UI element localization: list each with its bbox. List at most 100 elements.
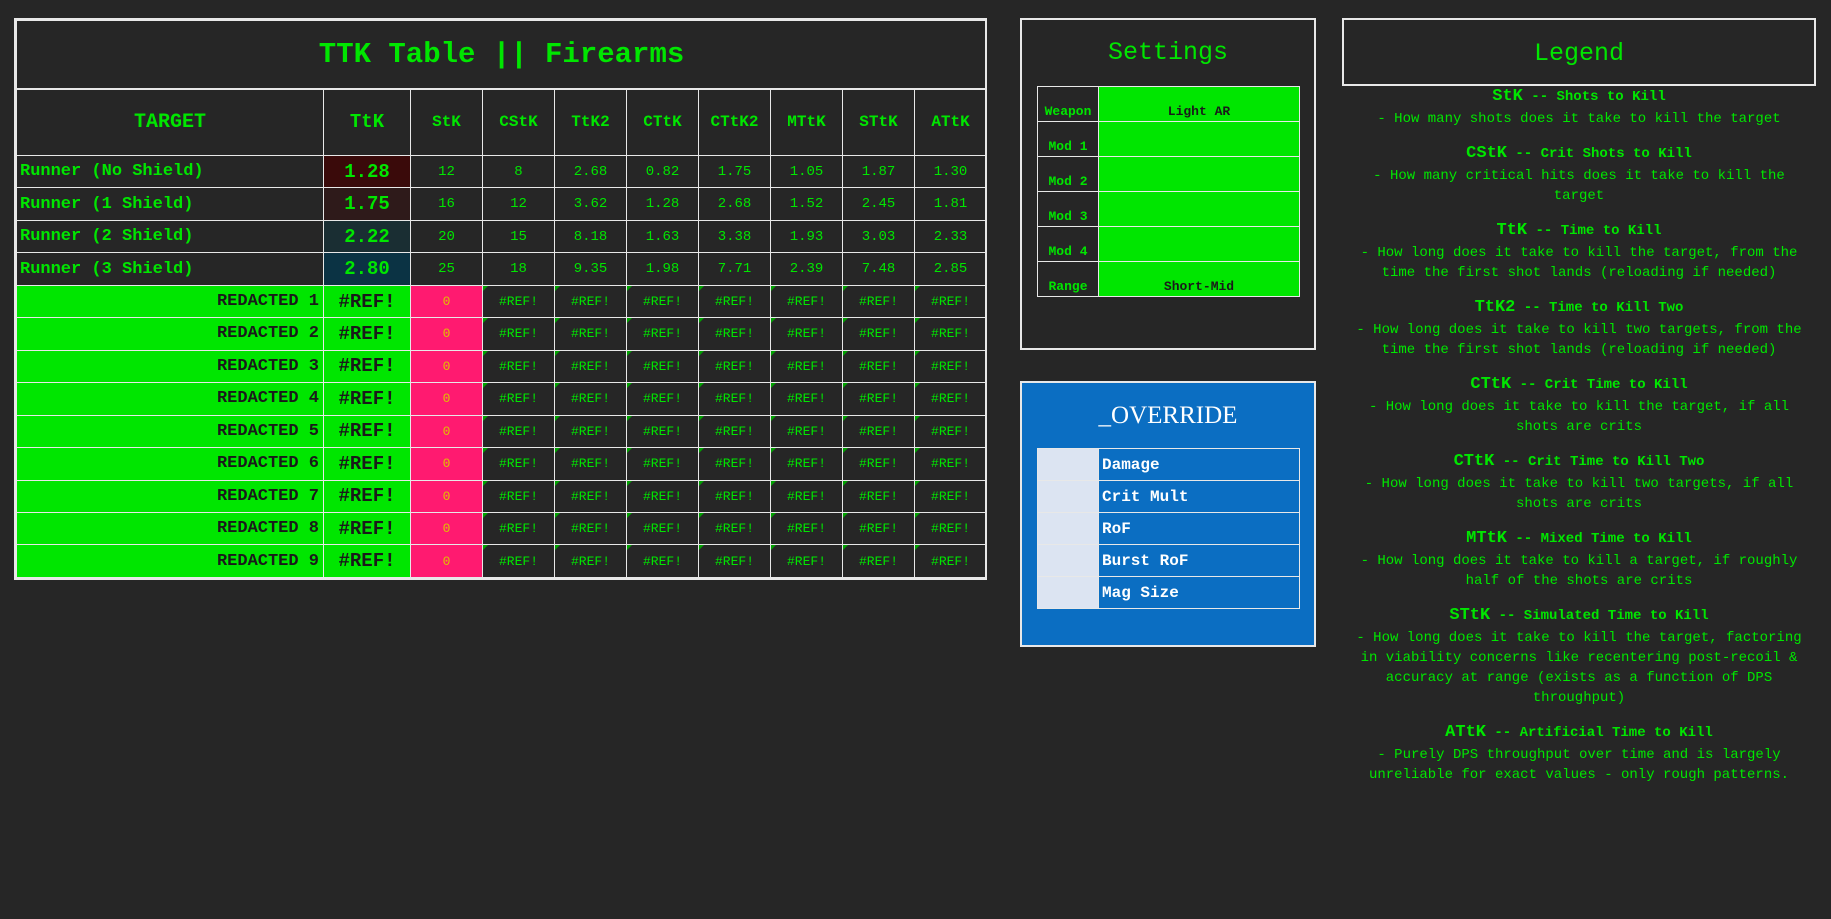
column-header-ttk[interactable]: TtK: [323, 88, 411, 156]
column-header-cttk2[interactable]: CTtK2: [698, 88, 771, 156]
attk-ref-cell[interactable]: #REF!: [913, 414, 988, 449]
stat-cell[interactable]: 1.05: [770, 154, 843, 189]
column-header-cstk[interactable]: CStK: [482, 88, 555, 156]
settings-value-dropdown[interactable]: Short-Mid: [1098, 261, 1300, 297]
stat-cell[interactable]: 16: [410, 187, 483, 221]
column-header-target[interactable]: TARGET: [16, 88, 324, 156]
stat-cell[interactable]: 3.38: [698, 219, 771, 254]
column-header-stk[interactable]: StK: [410, 88, 483, 156]
sttk-ref-cell[interactable]: #REF!: [842, 447, 915, 481]
override-input-cell[interactable]: [1037, 480, 1099, 513]
stat-cell[interactable]: 1.52: [770, 187, 843, 221]
mttk-ref-cell[interactable]: #REF!: [770, 382, 843, 416]
settings-value-dropdown[interactable]: Light AR: [1098, 86, 1300, 122]
cttk-ref-cell[interactable]: #REF!: [626, 284, 699, 319]
sttk-ref-cell[interactable]: #REF!: [842, 511, 915, 546]
cstk-ref-cell[interactable]: #REF!: [482, 479, 555, 513]
mttk-ref-cell[interactable]: #REF!: [770, 349, 843, 384]
stat-cell[interactable]: 9.35: [554, 252, 627, 286]
target-name-cell[interactable]: REDACTED 4: [16, 382, 324, 416]
cstk-ref-cell[interactable]: #REF!: [482, 382, 555, 416]
ttk-value-cell[interactable]: #REF!: [323, 284, 411, 319]
cttk2-ref-cell[interactable]: #REF!: [698, 447, 771, 481]
mttk-ref-cell[interactable]: #REF!: [770, 544, 843, 578]
stk-value-cell[interactable]: 0: [410, 447, 483, 481]
ttk2-ref-cell[interactable]: #REF!: [554, 382, 627, 416]
sttk-ref-cell[interactable]: #REF!: [842, 349, 915, 384]
stk-value-cell[interactable]: 0: [410, 511, 483, 546]
stat-cell[interactable]: 1.87: [842, 154, 915, 189]
ttk2-ref-cell[interactable]: #REF!: [554, 414, 627, 449]
stat-cell[interactable]: 1.75: [698, 154, 771, 189]
ttk2-ref-cell[interactable]: #REF!: [554, 511, 627, 546]
stk-value-cell[interactable]: 0: [410, 479, 483, 513]
mttk-ref-cell[interactable]: #REF!: [770, 511, 843, 546]
target-name-cell[interactable]: REDACTED 1: [16, 284, 324, 319]
cttk-ref-cell[interactable]: #REF!: [626, 414, 699, 449]
ttk-value-cell[interactable]: #REF!: [323, 511, 411, 546]
cttk-ref-cell[interactable]: #REF!: [626, 479, 699, 513]
stat-cell[interactable]: 7.48: [842, 252, 915, 286]
target-name-cell[interactable]: REDACTED 3: [16, 349, 324, 384]
column-header-cttk[interactable]: CTtK: [626, 88, 699, 156]
cttk2-ref-cell[interactable]: #REF!: [698, 284, 771, 319]
stat-cell[interactable]: 1.63: [626, 219, 699, 254]
cttk2-ref-cell[interactable]: #REF!: [698, 414, 771, 449]
stat-cell[interactable]: 2.39: [770, 252, 843, 286]
target-name-cell[interactable]: Runner (3 Shield): [16, 252, 324, 286]
ttk-value-cell[interactable]: 1.28: [323, 154, 411, 189]
sttk-ref-cell[interactable]: #REF!: [842, 317, 915, 351]
stat-cell[interactable]: 12: [482, 187, 555, 221]
attk-ref-cell[interactable]: #REF!: [913, 544, 988, 578]
target-name-cell[interactable]: Runner (1 Shield): [16, 187, 324, 221]
target-name-cell[interactable]: REDACTED 2: [16, 317, 324, 351]
cstk-ref-cell[interactable]: #REF!: [482, 414, 555, 449]
settings-value-dropdown[interactable]: [1098, 226, 1300, 262]
cttk-ref-cell[interactable]: #REF!: [626, 382, 699, 416]
override-input-cell[interactable]: [1037, 448, 1099, 481]
cttk2-ref-cell[interactable]: #REF!: [698, 317, 771, 351]
mttk-ref-cell[interactable]: #REF!: [770, 284, 843, 319]
stat-cell[interactable]: 1.93: [770, 219, 843, 254]
cttk2-ref-cell[interactable]: #REF!: [698, 511, 771, 546]
stat-cell[interactable]: 3.62: [554, 187, 627, 221]
stat-cell[interactable]: 2.68: [554, 154, 627, 189]
cttk-ref-cell[interactable]: #REF!: [626, 544, 699, 578]
attk-ref-cell[interactable]: #REF!: [913, 447, 988, 481]
sttk-ref-cell[interactable]: #REF!: [842, 284, 915, 319]
settings-value-dropdown[interactable]: [1098, 121, 1300, 157]
stk-value-cell[interactable]: 0: [410, 317, 483, 351]
ttk-value-cell[interactable]: #REF!: [323, 317, 411, 351]
target-name-cell[interactable]: REDACTED 5: [16, 414, 324, 449]
ttk2-ref-cell[interactable]: #REF!: [554, 317, 627, 351]
mttk-ref-cell[interactable]: #REF!: [770, 447, 843, 481]
ttk2-ref-cell[interactable]: #REF!: [554, 544, 627, 578]
stat-cell[interactable]: 2.45: [842, 187, 915, 221]
column-header-ttk2[interactable]: TtK2: [554, 88, 627, 156]
stat-cell[interactable]: 1.98: [626, 252, 699, 286]
stat-cell[interactable]: 7.71: [698, 252, 771, 286]
sttk-ref-cell[interactable]: #REF!: [842, 414, 915, 449]
stat-cell[interactable]: 0.82: [626, 154, 699, 189]
cttk2-ref-cell[interactable]: #REF!: [698, 544, 771, 578]
stk-value-cell[interactable]: 0: [410, 414, 483, 449]
ttk2-ref-cell[interactable]: #REF!: [554, 447, 627, 481]
settings-value-dropdown[interactable]: [1098, 191, 1300, 227]
cttk2-ref-cell[interactable]: #REF!: [698, 349, 771, 384]
override-input-cell[interactable]: [1037, 544, 1099, 577]
sttk-ref-cell[interactable]: #REF!: [842, 479, 915, 513]
mttk-ref-cell[interactable]: #REF!: [770, 479, 843, 513]
cttk-ref-cell[interactable]: #REF!: [626, 349, 699, 384]
stat-cell[interactable]: 8.18: [554, 219, 627, 254]
stat-cell[interactable]: 8: [482, 154, 555, 189]
cstk-ref-cell[interactable]: #REF!: [482, 511, 555, 546]
ttk2-ref-cell[interactable]: #REF!: [554, 349, 627, 384]
column-header-attk[interactable]: ATtK: [913, 88, 988, 156]
stat-cell[interactable]: 12: [410, 154, 483, 189]
stat-cell[interactable]: 2.85: [913, 252, 988, 286]
override-input-cell[interactable]: [1037, 512, 1099, 545]
stat-cell[interactable]: 25: [410, 252, 483, 286]
mttk-ref-cell[interactable]: #REF!: [770, 317, 843, 351]
stat-cell[interactable]: 18: [482, 252, 555, 286]
stat-cell[interactable]: 1.30: [913, 154, 988, 189]
